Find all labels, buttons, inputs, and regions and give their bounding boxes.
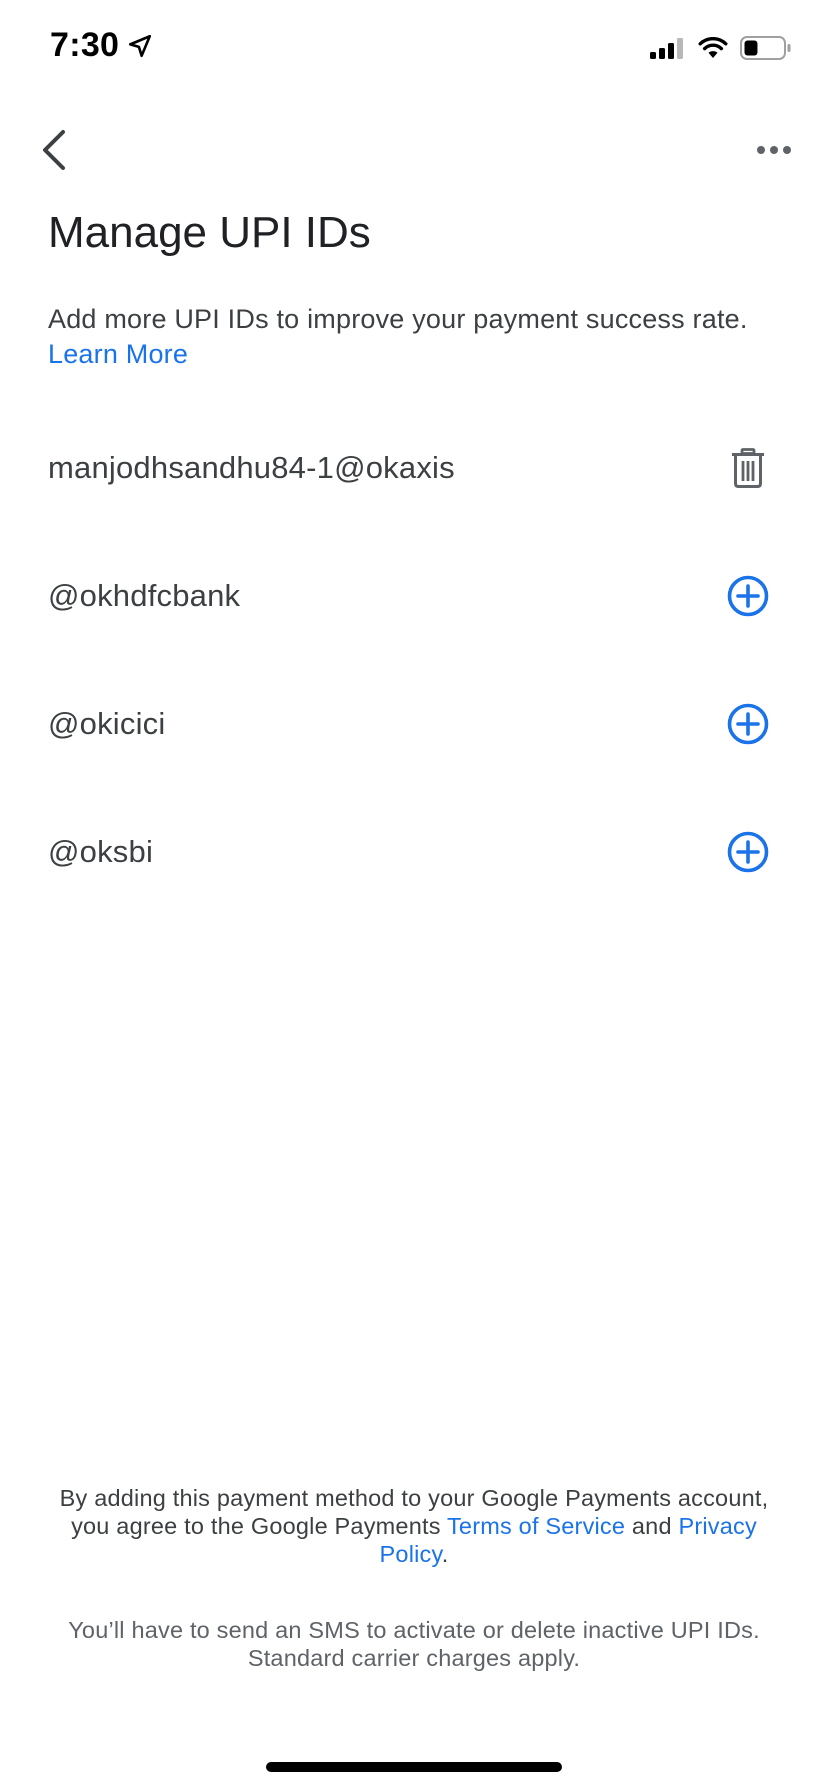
upi-id-label: @oksbi bbox=[48, 834, 154, 869]
page-title: Manage UPI IDs bbox=[48, 208, 371, 257]
terms-of-service-link[interactable]: Terms of Service bbox=[447, 1513, 625, 1539]
upi-id-list: manjodhsandhu84-1@okaxis @okhdfcbank @ok… bbox=[0, 404, 828, 916]
back-button[interactable] bbox=[24, 120, 84, 180]
sms-notice: You’ll have to send an SMS to activate o… bbox=[68, 1617, 760, 1671]
delete-upi-button[interactable] bbox=[720, 440, 776, 496]
terms-period: . bbox=[441, 1541, 449, 1567]
add-circle-icon bbox=[727, 703, 769, 745]
upi-row: @oksbi bbox=[0, 788, 828, 916]
status-time: 7:30 bbox=[50, 26, 153, 65]
more-options-button[interactable] bbox=[744, 120, 804, 180]
upi-id-label: manjodhsandhu84-1@okaxis bbox=[48, 450, 455, 485]
chevron-left-icon bbox=[43, 130, 65, 170]
location-arrow-icon bbox=[129, 34, 152, 57]
learn-more-link[interactable]: Learn More bbox=[48, 339, 188, 369]
cellular-signal-icon bbox=[650, 38, 683, 59]
add-upi-button[interactable] bbox=[720, 696, 776, 752]
description: Add more UPI IDs to improve your payment… bbox=[48, 302, 778, 372]
upi-id-label: @okicici bbox=[48, 706, 166, 741]
status-indicators bbox=[650, 36, 792, 60]
add-upi-button[interactable] bbox=[720, 824, 776, 880]
home-indicator[interactable] bbox=[266, 1762, 562, 1772]
upi-id-label: @okhdfcbank bbox=[48, 578, 241, 613]
status-bar: 7:30 bbox=[0, 0, 828, 100]
add-upi-button[interactable] bbox=[720, 568, 776, 624]
upi-row: manjodhsandhu84-1@okaxis bbox=[0, 404, 828, 532]
upi-row: @okicici bbox=[0, 660, 828, 788]
add-circle-icon bbox=[727, 575, 769, 617]
upi-row: @okhdfcbank bbox=[0, 532, 828, 660]
terms-notice: By adding this payment method to your Go… bbox=[40, 1484, 788, 1568]
description-text: Add more UPI IDs to improve your payment… bbox=[48, 304, 748, 334]
status-time-text: 7:30 bbox=[50, 26, 120, 64]
battery-icon bbox=[740, 36, 791, 60]
add-circle-icon bbox=[727, 831, 769, 873]
more-horizontal-icon bbox=[757, 146, 791, 154]
delete-icon bbox=[732, 448, 764, 488]
wifi-icon bbox=[698, 37, 728, 58]
terms-and-text: and bbox=[631, 1513, 672, 1539]
